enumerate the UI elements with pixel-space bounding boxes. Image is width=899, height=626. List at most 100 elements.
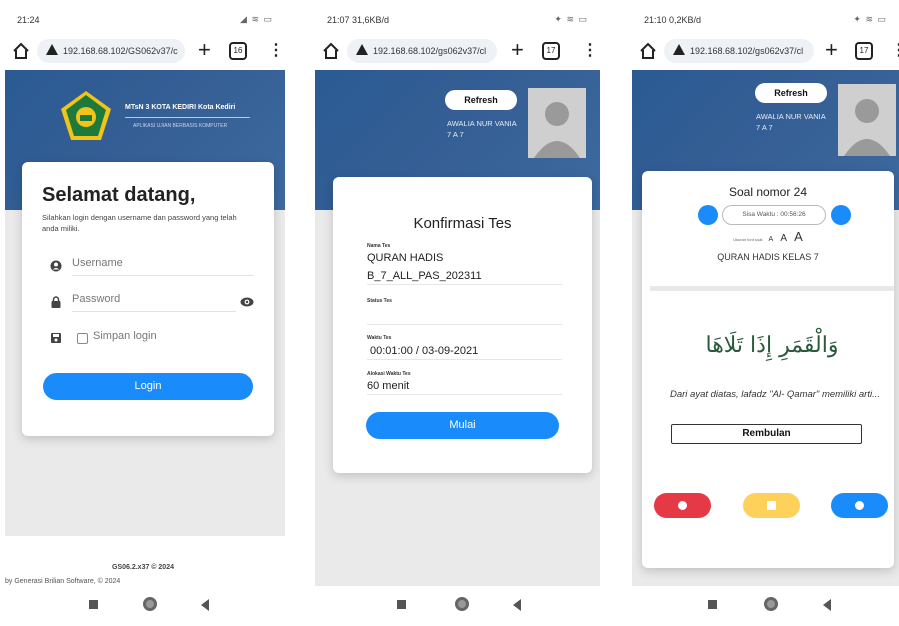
font-medium-button[interactable]: A	[780, 233, 787, 244]
school-subtitle: APLIKASI UJIAN BERBASIS KOMPUTER	[133, 123, 228, 129]
login-button[interactable]: Login	[43, 373, 253, 400]
doubt-flag-button[interactable]	[743, 493, 800, 518]
recent-apps-icon[interactable]	[708, 600, 717, 609]
status-icons: ◢ ≋ ▭	[240, 14, 273, 24]
status-bar: 21:10 0,2KB/d ✦ ≋ ▭	[632, 0, 899, 34]
font-large-button[interactable]: A	[794, 229, 803, 244]
user-name: AWALIA NUR VANIA	[447, 119, 517, 128]
arabic-verse: وَالْقَمَرِ إِذَا تَلَاهَا	[705, 333, 839, 358]
status-time: 21:24	[17, 15, 40, 25]
home-icon[interactable]	[321, 41, 341, 61]
test-name-line1: QURAN HADIS	[367, 252, 444, 264]
url-field[interactable]: 192.168.68.102/GS062v37/c	[37, 39, 185, 63]
time-allocation-label: Alokasi Waktu Tes	[367, 371, 411, 377]
status-time: 21:10 0,2KB/d	[644, 15, 702, 25]
home-icon[interactable]	[638, 41, 658, 61]
test-time-label: Waktu Tes	[367, 335, 392, 341]
question-text: Dari ayat diatas, lafadz "Al- Qamar" mem…	[670, 389, 880, 400]
info-button[interactable]	[698, 205, 718, 225]
back-icon[interactable]	[823, 599, 831, 611]
save-icon	[51, 333, 61, 343]
warning-icon	[46, 44, 58, 55]
phone-login-screen: 21:24 ◢ ≋ ▭ 192.168.68.102/GS062v37/c + …	[5, 0, 285, 626]
tab-count-button[interactable]: 17	[855, 42, 873, 60]
refresh-button[interactable]: Refresh	[755, 83, 827, 103]
start-test-button[interactable]: Mulai	[366, 412, 559, 439]
remember-label: Simpan login	[93, 330, 157, 342]
url-text: 192.168.68.102/GS062v37/c	[63, 46, 178, 56]
home-nav-icon[interactable]	[764, 597, 778, 611]
user-name: AWALIA NUR VANIA	[756, 112, 826, 121]
eye-icon[interactable]	[240, 296, 254, 308]
next-button[interactable]	[831, 493, 888, 518]
android-nav-bar	[315, 586, 600, 626]
back-icon[interactable]	[201, 599, 209, 611]
back-icon[interactable]	[513, 599, 521, 611]
remaining-time: Sisa Waktu : 00:56:26	[722, 205, 826, 225]
school-logo	[61, 91, 111, 140]
header-divider	[125, 117, 250, 118]
recent-apps-icon[interactable]	[397, 600, 406, 609]
android-nav-bar	[632, 586, 899, 626]
browser-url-bar: 192.168.68.102/gs062v37/cl + 17 ⋮	[315, 34, 600, 70]
user-class: 7 A 7	[447, 130, 464, 139]
test-time-value: 00:01:00 / 03-09-2021	[367, 345, 562, 360]
login-card: Selamat datang, Silahkan login dengan us…	[22, 162, 274, 436]
test-name-line2: B_7_ALL_PAS_202311	[367, 270, 562, 285]
font-small-button[interactable]: A	[769, 236, 774, 243]
new-tab-icon[interactable]: +	[511, 37, 524, 63]
answer-option[interactable]: Rembulan	[671, 424, 862, 444]
browser-url-bar: 192.168.68.102/gs062v37/cl + 17 ⋮	[632, 34, 899, 70]
font-size-label: Ukuran font soal:	[733, 237, 764, 242]
url-text: 192.168.68.102/gs062v37/cl	[690, 46, 804, 56]
question-grid-button[interactable]	[831, 205, 851, 225]
remember-checkbox[interactable]	[77, 333, 88, 344]
app-credit: by Generasi Brilian Software, © 2024	[5, 578, 121, 585]
subject-title: QURAN HADIS KELAS 7	[717, 252, 819, 262]
user-avatar	[528, 88, 586, 158]
android-nav-bar	[5, 586, 285, 626]
status-bar: 21:07 31,6KB/d ✦ ≋ ▭	[315, 0, 600, 34]
new-tab-icon[interactable]: +	[198, 37, 211, 63]
url-text: 192.168.68.102/gs062v37/cl	[373, 46, 487, 56]
school-name: MTsN 3 KOTA KEDIRI Kota Kediri	[125, 104, 236, 111]
refresh-button[interactable]: Refresh	[445, 90, 517, 110]
new-tab-icon[interactable]: +	[825, 37, 838, 63]
warning-icon	[356, 44, 368, 55]
confirmation-card: Konfirmasi Tes Nama Tes QURAN HADIS B_7_…	[333, 177, 592, 473]
warning-icon	[673, 44, 685, 55]
app-version: GS06.2.x37 © 2024	[112, 564, 174, 571]
tab-count-button[interactable]: 16	[229, 42, 247, 60]
url-field[interactable]: 192.168.68.102/gs062v37/cl	[664, 39, 814, 63]
home-nav-icon[interactable]	[455, 597, 469, 611]
test-status-label: Status Tes	[367, 298, 392, 304]
more-menu-icon[interactable]: ⋮	[268, 40, 284, 60]
phone-confirmation-screen: 21:07 31,6KB/d ✦ ≋ ▭ 192.168.68.102/gs06…	[315, 0, 600, 626]
tab-count-button[interactable]: 17	[542, 42, 560, 60]
previous-button[interactable]	[654, 493, 711, 518]
more-menu-icon[interactable]: ⋮	[582, 40, 598, 60]
password-input[interactable]: Password	[72, 290, 236, 312]
url-field[interactable]: 192.168.68.102/gs062v37/cl	[347, 39, 497, 63]
time-allocation-value: 60 menit	[367, 380, 562, 395]
status-bar: 21:24 ◢ ≋ ▭	[5, 0, 285, 34]
recent-apps-icon[interactable]	[89, 600, 98, 609]
confirmation-title: Konfirmasi Tes	[413, 215, 512, 232]
status-icons: ✦ ≋ ▭	[554, 14, 588, 24]
home-icon[interactable]	[11, 41, 31, 61]
phone-question-screen: 21:10 0,2KB/d ✦ ≋ ▭ 192.168.68.102/gs062…	[632, 0, 899, 626]
browser-url-bar: 192.168.68.102/GS062v37/c + 16 ⋮	[5, 34, 285, 70]
chevron-left-icon	[678, 501, 687, 510]
home-nav-icon[interactable]	[143, 597, 157, 611]
test-status-value	[367, 307, 562, 325]
question-box: وَالْقَمَرِ إِذَا تَلَاهَا Dari ayat dia…	[650, 286, 894, 472]
status-time: 21:07 31,6KB/d	[327, 15, 390, 25]
chevron-right-icon	[855, 501, 864, 510]
user-icon	[50, 260, 62, 272]
user-class: 7 A 7	[756, 123, 773, 132]
login-instructions: Silahkan login dengan username dan passw…	[42, 213, 237, 233]
username-input[interactable]: Username	[72, 254, 254, 276]
welcome-heading: Selamat datang,	[42, 184, 196, 206]
more-menu-icon[interactable]: ⋮	[891, 40, 899, 60]
font-size-selector: Ukuran font soal: A A A	[642, 229, 894, 244]
